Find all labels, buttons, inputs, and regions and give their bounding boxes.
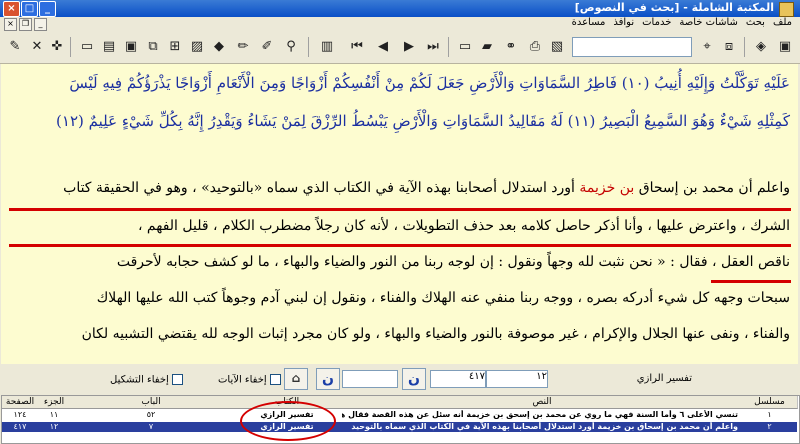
red-underline xyxy=(9,244,791,247)
hide-verses-label: إخفاء الآيات xyxy=(218,374,267,386)
window-icon[interactable]: ⧈ xyxy=(718,36,740,58)
tools-icon[interactable]: ✕ xyxy=(26,36,48,58)
extra-field[interactable] xyxy=(342,370,398,388)
last-icon[interactable]: ⏭ xyxy=(422,36,444,58)
search-bar: تفسير الرازي ١٢ ٤١٧ ن ن ⌂ إخفاء الآيات إ… xyxy=(0,364,800,394)
refresh-page-button[interactable]: ن xyxy=(402,368,426,390)
text-segment: أورد استدلال أصحابنا بهذه الآية في الكتا… xyxy=(63,180,575,196)
table-row-selected[interactable]: ٤١٧ ١٢ ٧ تفسير الرازي واعلم أن محمد بن إ… xyxy=(2,422,797,432)
column-header-chapter[interactable]: الباب xyxy=(70,396,233,409)
text-paragraph-line: واعلم أن محمد بن إسحاق بن خزيمة أورد است… xyxy=(63,180,790,196)
text-paragraph-line: ناقص العقل ، فقال : « نحن نثبت لله وجهاً… xyxy=(116,254,790,270)
mdi-close-icon[interactable]: × xyxy=(4,18,17,31)
column-header-seq[interactable]: مسلسل xyxy=(742,396,798,409)
first-icon[interactable]: ⏮ xyxy=(346,36,368,58)
book-open-icon[interactable]: ✎ xyxy=(4,36,26,58)
menu-windows[interactable]: نوافذ xyxy=(613,17,634,28)
mdi-minimize-icon[interactable]: _ xyxy=(34,18,47,31)
folder-icon[interactable]: ▰ xyxy=(476,36,498,58)
menu-search[interactable]: بحث xyxy=(746,17,765,28)
cell-volume: ١١ xyxy=(49,410,59,419)
quick-search-combo[interactable] xyxy=(572,37,692,57)
cell-seq: ١ xyxy=(767,410,772,419)
toolbar-separator xyxy=(744,37,745,57)
menu-services[interactable]: خدمات xyxy=(642,17,671,28)
toolbar-separator xyxy=(448,37,449,57)
column-header-page[interactable]: الصفحة xyxy=(2,396,39,409)
column-header-text[interactable]: النص xyxy=(342,396,743,409)
cell-page: ١٢٤ xyxy=(13,410,27,419)
book-label: تفسير الرازي xyxy=(636,373,692,384)
print-icon[interactable]: ⎙ xyxy=(524,36,546,58)
mdi-restore-icon[interactable]: ❐ xyxy=(19,18,32,31)
list-icon[interactable]: ▤ xyxy=(98,36,120,58)
hide-verses-checkbox[interactable]: إخفاء الآيات xyxy=(218,374,281,386)
checkbox-box[interactable] xyxy=(269,374,281,385)
quran-verse-line: عَلَيْهِ تَوَكَّلْتُ وَإِلَيْهِ أُنِيبُ … xyxy=(69,74,790,92)
close-button[interactable]: × xyxy=(3,1,20,17)
cell-chapter: ٥٢ xyxy=(146,410,156,419)
app-icon xyxy=(779,2,794,17)
export-icon[interactable]: ▭ xyxy=(454,36,476,58)
refresh-extra-button[interactable]: ن xyxy=(316,368,340,390)
find-icon[interactable]: ⚲ xyxy=(280,36,302,58)
text-paragraph-line: سبحات وجهه كل شيء أدركه بصره ، ووجه ربنا… xyxy=(96,290,790,306)
checkbox-box[interactable] xyxy=(171,374,183,385)
table-row[interactable]: ١٢٤ ١١ ٥٢ تفسير الرازي تنسي الأعلى ٦ وأم… xyxy=(2,410,797,421)
hide-diacritics-checkbox[interactable]: إخفاء التشكيل xyxy=(110,374,183,386)
cell-chapter: ٧ xyxy=(148,422,154,431)
page-icon[interactable]: ▧ xyxy=(546,36,568,58)
binoculars-icon[interactable]: ⚭ xyxy=(500,36,522,58)
cell-volume: ١٢ xyxy=(49,422,59,431)
hide-diacritics-label: إخفاء التشكيل xyxy=(110,374,169,386)
red-annotation-circle xyxy=(240,401,336,441)
red-underline xyxy=(9,208,791,211)
menu-special-screens[interactable]: شاشات خاصة xyxy=(679,17,738,28)
maximize-button[interactable]: □ xyxy=(21,1,38,17)
minimize-button[interactable]: _ xyxy=(39,1,56,17)
search-box-icon[interactable]: ▥ xyxy=(316,36,338,58)
cell-page: ٤١٧ xyxy=(13,422,27,431)
toolbar-separator xyxy=(70,37,71,57)
wrench-icon[interactable]: ◈ xyxy=(750,36,772,58)
text-segment: واعلم أن محمد بن إسحاق xyxy=(638,180,790,196)
text-paragraph-line: الشرك ، واعترض عليها ، وأنا أذكر حاصل كل… xyxy=(137,218,790,234)
quran-verse-line: كَمِثْلِهِ شَيْءٌ وَهُوَ السَّمِيعُ الْب… xyxy=(56,112,790,130)
toolbar: ✎ ✕ ✜ ▭ ▤ ▣ ⧉ ⊞ ▨ ◆ ✏ ✐ ⚲ ▥ ⏮ ◀ ▶ ⏭ ▭ ▰ … xyxy=(0,31,800,64)
red-underline xyxy=(711,280,791,283)
results-table: الصفحة الجزء الباب الكتاب النص مسلسل ١٢٤… xyxy=(1,395,800,444)
ruler-icon[interactable]: ✐ xyxy=(256,36,278,58)
prev-icon[interactable]: ◀ xyxy=(372,36,394,58)
column-header-volume[interactable]: الجزء xyxy=(38,396,71,409)
new-doc-icon[interactable]: ▭ xyxy=(76,36,98,58)
page-field[interactable]: ٤١٧ xyxy=(430,370,486,388)
cell-text: واعلم أن محمد بن إسحاق بن خزيمة أورد است… xyxy=(351,422,738,431)
mdi-controls: × ❐ _ xyxy=(4,18,47,31)
volume-field[interactable]: ١٢ xyxy=(486,370,548,388)
text-paragraph-line: والفناء ، ونفى عنها الجلال والإكرام ، غي… xyxy=(81,326,790,342)
table-icon[interactable]: ⊞ xyxy=(164,36,186,58)
book-text-pane[interactable]: عَلَيْهِ تَوَكَّلْتُ وَإِلَيْهِ أُنِيبُ … xyxy=(1,64,798,364)
help-icon[interactable]: ▣ xyxy=(774,36,796,58)
settings-icon[interactable]: ✜ xyxy=(46,36,68,58)
cut-icon[interactable]: ▨ xyxy=(186,36,208,58)
paint-icon[interactable]: ◆ xyxy=(208,36,230,58)
window-title: المكتبة الشاملة - [بحث في النصوص] xyxy=(574,1,774,14)
book-icon-button[interactable]: ⌂ xyxy=(284,368,308,390)
cell-seq: ٢ xyxy=(767,422,772,431)
title-bar: × □ _ المكتبة الشاملة - [بحث في النصوص] xyxy=(0,0,800,17)
paste-icon[interactable]: ▣ xyxy=(120,36,142,58)
cell-text: تنسي الأعلى ٦ وأما السنة فهي ما روي عن م… xyxy=(342,410,738,419)
pen-icon[interactable]: ✏ xyxy=(232,36,254,58)
pin-icon[interactable]: ⌖ xyxy=(696,36,718,58)
menu-help[interactable]: مساعدة xyxy=(572,17,606,28)
next-icon[interactable]: ▶ xyxy=(398,36,420,58)
highlighted-name: بن خزيمة xyxy=(579,180,635,196)
copy-icon[interactable]: ⧉ xyxy=(142,36,164,58)
menu-file[interactable]: ملف xyxy=(773,17,792,28)
toolbar-separator xyxy=(308,37,309,57)
menu-bar: × ❐ _ ملف بحث شاشات خاصة خدمات نوافذ مسا… xyxy=(0,17,800,31)
